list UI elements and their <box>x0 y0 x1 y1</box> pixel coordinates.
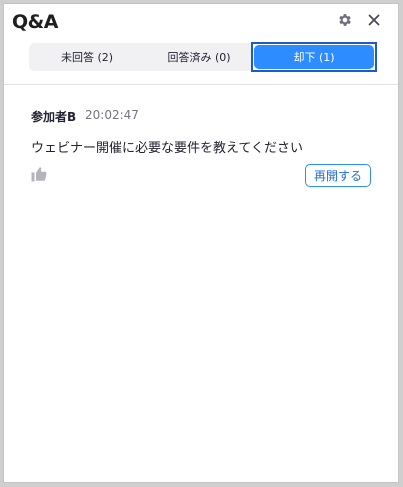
upvote-button[interactable] <box>30 165 48 183</box>
tab-answered[interactable]: 回答済み (0) <box>145 43 253 71</box>
gear-icon <box>339 14 351 26</box>
close-icon <box>368 14 380 26</box>
header-divider <box>4 84 398 85</box>
thumbs-up-icon <box>31 167 47 182</box>
question-timestamp: 20:02:47 <box>85 108 139 122</box>
question-text: ウェビナー開催に必要な要件を教えてください <box>31 141 303 156</box>
qa-window: Q&A 未回答 (2) 回答済み (0) 却下 (1) 参加者B 20:02:4… <box>3 3 399 483</box>
qa-tab-bar: 未回答 (2) 回答済み (0) 却下 (1) <box>29 42 377 72</box>
window-title: Q&A <box>12 11 58 33</box>
reopen-button[interactable]: 再開する <box>305 164 371 187</box>
close-button[interactable] <box>365 11 383 29</box>
tab-dismissed[interactable]: 却下 (1) <box>251 42 377 72</box>
question-author: 参加者B <box>31 110 77 124</box>
tab-dismissed-label: 却下 (1) <box>254 45 374 69</box>
settings-button[interactable] <box>336 11 354 29</box>
tab-unanswered[interactable]: 未回答 (2) <box>29 43 145 71</box>
